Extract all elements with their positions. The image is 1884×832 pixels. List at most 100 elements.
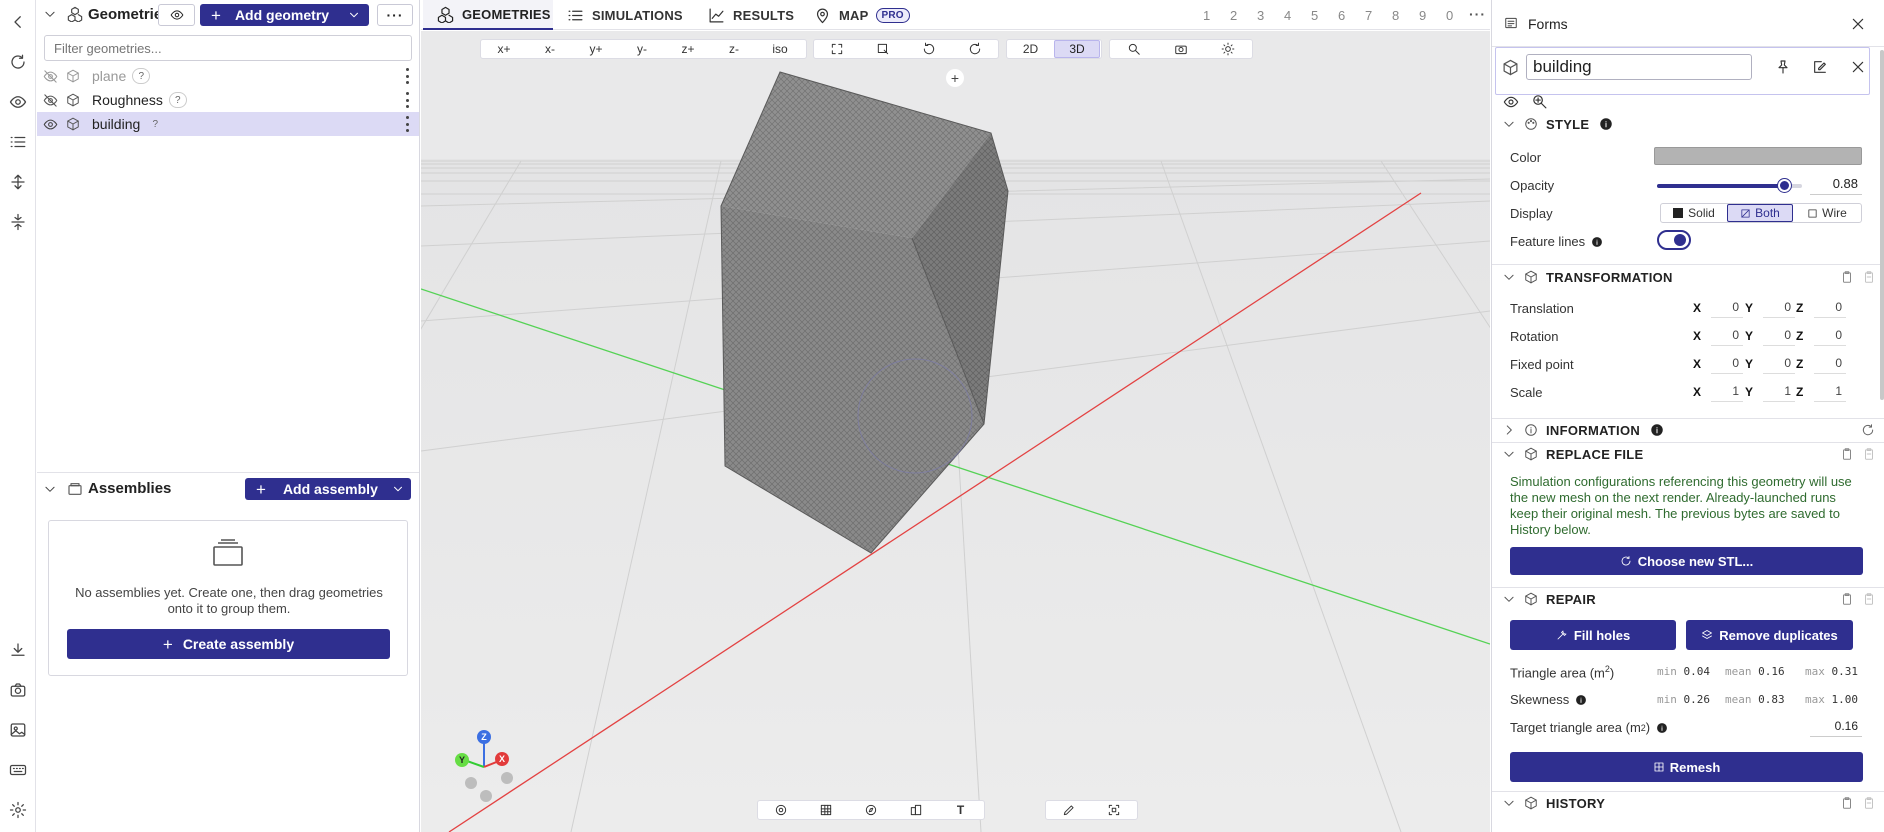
geometry-row-roughness[interactable]: Roughness ? [37,88,419,112]
screenshot-camera-icon[interactable] [1157,40,1204,58]
replace-file-section-header[interactable]: REPLACE FILE [1494,442,1874,466]
list-icon[interactable] [6,130,30,154]
history-section-header[interactable]: HISTORY [1494,791,1874,815]
geometry-row-building[interactable]: building ? [37,112,419,136]
choose-new-stl-button[interactable]: Choose new STL... [1510,547,1863,575]
transformation-x-input[interactable]: 0 [1711,328,1743,346]
refresh-icon[interactable] [1861,423,1875,437]
opacity-value[interactable]: 0.88 [1810,176,1862,195]
transformation-z-input[interactable]: 0 [1814,300,1846,318]
opacity-slider[interactable] [1657,179,1802,192]
eye-icon[interactable] [43,117,59,132]
selection-frame-icon[interactable] [1092,801,1138,819]
paste-icon[interactable] [1862,796,1876,810]
display-both-option[interactable]: Both [1727,204,1793,222]
add-view-button[interactable]: + [946,69,964,87]
text-tool-button[interactable]: T [938,801,983,819]
chevron-down-icon[interactable] [391,482,405,496]
layout-key-1[interactable]: 1 [1203,8,1210,23]
layout-key-4[interactable]: 4 [1284,8,1291,23]
forms-scrollbar[interactable] [1880,50,1884,400]
geometry-name-input[interactable] [1526,54,1752,80]
transformation-y-input[interactable]: 0 [1763,300,1795,318]
toggle-visibility-button[interactable] [158,4,195,26]
grid-icon[interactable] [803,801,848,819]
expand-vertical-icon[interactable] [6,170,30,194]
fit-view-icon[interactable] [814,40,860,58]
transformation-x-input[interactable]: 1 [1711,384,1743,402]
search-icon[interactable] [1110,40,1157,58]
remove-duplicates-button[interactable]: Remove duplicates [1686,620,1853,650]
collapse-assemblies-chevron-icon[interactable] [43,482,57,496]
paste-icon[interactable] [1862,270,1876,284]
kebab-menu-icon[interactable] [405,68,409,84]
layout-key-9[interactable]: 9 [1419,8,1426,23]
feature-lines-toggle[interactable] [1657,230,1691,250]
mode-2d-button[interactable]: 2D [1007,40,1054,58]
help-badge[interactable]: ? [168,92,187,108]
tab-geometries[interactable]: GEOMETRIES [423,0,553,30]
axis-gizmo[interactable]: Z Y X [451,726,521,806]
pen-icon[interactable] [1046,801,1092,819]
style-section-header[interactable]: STYLE [1494,112,1874,136]
target-icon[interactable] [758,801,803,819]
display-solid-option[interactable]: Solid [1661,204,1727,222]
settings-gear-icon[interactable] [6,798,30,822]
help-badge[interactable]: ? [132,68,151,84]
zoom-in-icon[interactable] [1531,93,1548,110]
copy-icon[interactable] [1840,592,1854,606]
scene-canvas[interactable] [421,31,1490,832]
download-icon[interactable] [6,638,30,662]
chevron-down-icon[interactable] [347,8,361,22]
tab-map[interactable]: MAP PRO [814,0,910,30]
close-forms-icon[interactable] [1850,16,1866,32]
help-badge[interactable]: ? [146,116,164,132]
image-icon[interactable] [6,718,30,742]
3d-viewport[interactable]: x+ x-y+ y-z+ z-iso 2D 3D + Z Y X T [421,31,1490,832]
copy-icon[interactable] [1840,796,1854,810]
layout-key-6[interactable]: 6 [1338,8,1345,23]
layout-key-8[interactable]: 8 [1392,8,1399,23]
camera-icon[interactable] [6,678,30,702]
transformation-y-input[interactable]: 1 [1763,384,1795,402]
opacity-slider-thumb[interactable] [1777,179,1791,192]
copy-icon[interactable] [1840,270,1854,284]
view-button-yplus[interactable]: y+ [573,40,619,58]
display-wire-option[interactable]: Wire [1793,204,1861,222]
collapse-geometries-chevron-icon[interactable] [43,7,57,21]
tabs-more-icon[interactable]: ··· [1469,6,1486,22]
zoom-region-icon[interactable] [860,40,906,58]
compass-icon[interactable] [848,801,893,819]
mode-3d-button[interactable]: 3D [1054,40,1100,58]
view-button-zplus[interactable]: z+ [665,40,711,58]
paste-icon[interactable] [1862,592,1876,606]
pin-icon[interactable] [1775,59,1791,75]
info-icon[interactable] [1575,694,1587,706]
eye-off-icon[interactable] [43,93,59,108]
kebab-menu-icon[interactable] [405,92,409,108]
back-chevron-icon[interactable] [6,10,30,34]
rotate-right-icon[interactable] [952,40,998,58]
target-triangle-area-input[interactable]: 0.16 [1810,719,1862,737]
info-icon[interactable] [1591,236,1603,248]
layout-key-2[interactable]: 2 [1230,8,1237,23]
layout-key-3[interactable]: 3 [1257,8,1264,23]
info-icon[interactable] [1656,722,1668,734]
add-geometry-button[interactable]: + Add geometry [200,4,369,26]
fill-holes-button[interactable]: Fill holes [1510,620,1676,650]
repair-section-header[interactable]: REPAIR [1494,587,1874,611]
transformation-y-input[interactable]: 0 [1763,328,1795,346]
rotate-left-icon[interactable] [906,40,952,58]
transformation-x-input[interactable]: 0 [1711,356,1743,374]
filter-geometries-input[interactable] [44,35,412,61]
buildings-icon[interactable] [893,801,938,819]
tab-results[interactable]: RESULTS [708,0,794,30]
transformation-y-input[interactable]: 0 [1763,356,1795,374]
transformation-z-input[interactable]: 0 [1814,356,1846,374]
layout-key-7[interactable]: 7 [1365,8,1372,23]
paste-icon[interactable] [1862,447,1876,461]
transformation-x-input[interactable]: 0 [1711,300,1743,318]
view-button-xplus[interactable]: x+ [481,40,527,58]
collapse-vertical-icon[interactable] [6,210,30,234]
remesh-button[interactable]: Remesh [1510,752,1863,782]
